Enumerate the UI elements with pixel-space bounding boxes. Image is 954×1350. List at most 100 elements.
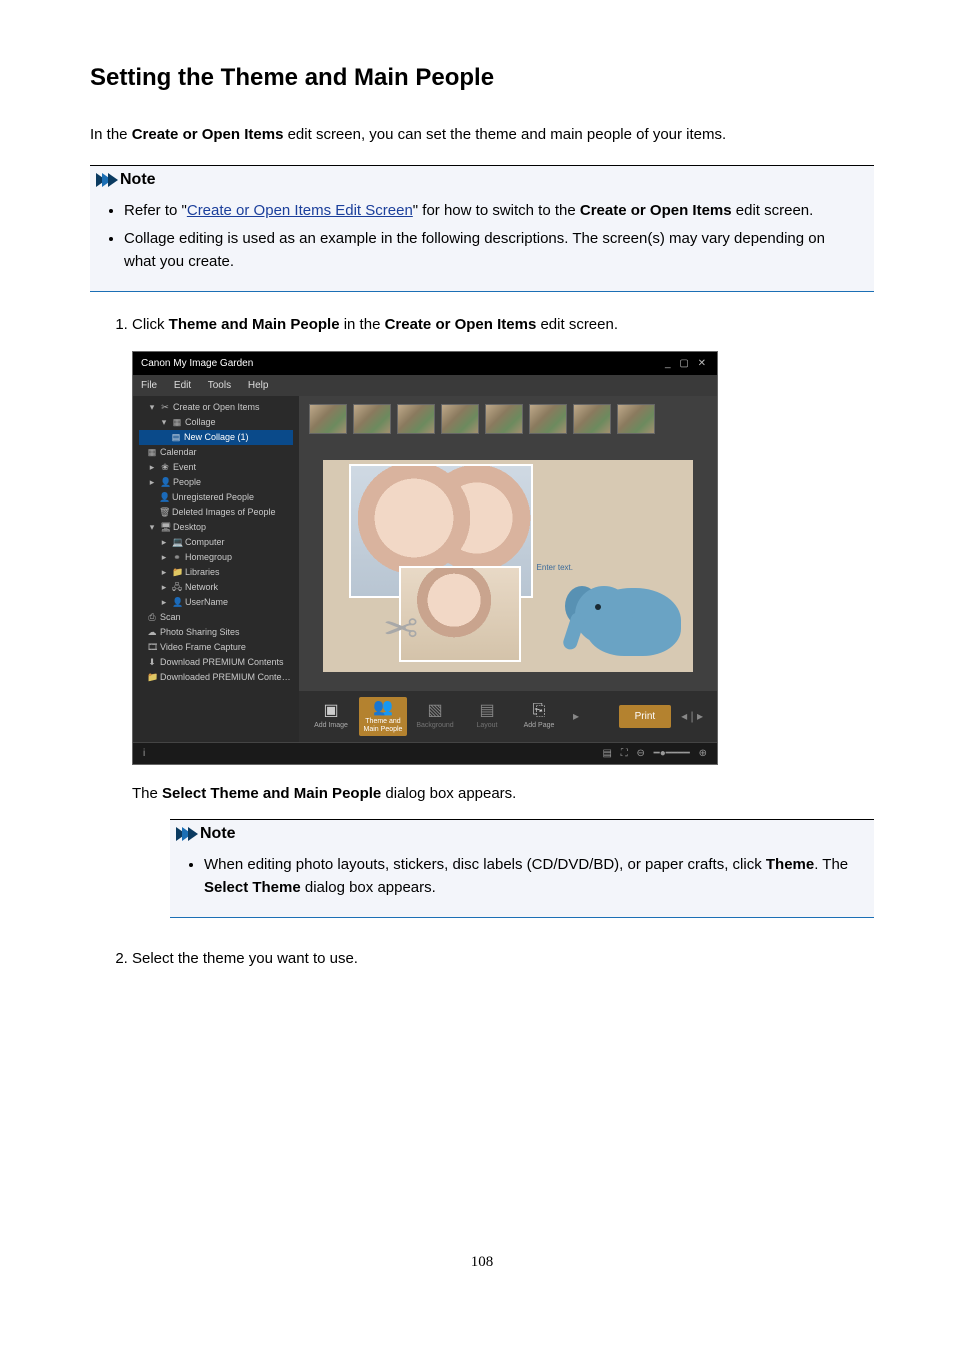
step-1-text: Click Theme and Main People in the Creat… (132, 314, 874, 337)
download-icon: ⬇ (147, 656, 157, 669)
note-label: Note (120, 168, 156, 192)
app-title: Canon My Image Garden (141, 356, 253, 371)
tree-dledprem[interactable]: 📁Downloaded PREMIUM Contents (139, 670, 293, 685)
add-image-button[interactable]: ▣Add Image (307, 700, 355, 731)
view-icon[interactable]: ▤ (602, 748, 611, 759)
tree-libraries[interactable]: ▸📁Libraries (139, 565, 293, 580)
background-button[interactable]: ▧Background (411, 700, 459, 731)
n2-pre: When editing photo layouts, stickers, di… (204, 856, 766, 873)
tree-calendar[interactable]: ▦Calendar (139, 445, 293, 460)
menu-edit[interactable]: Edit (174, 380, 191, 391)
tree-create[interactable]: ▾✂Create or Open Items (139, 400, 293, 415)
share-icon: ☁ (147, 626, 157, 639)
thumbnail[interactable] (485, 404, 523, 434)
calendar-icon: ▦ (147, 446, 157, 459)
thumbnail[interactable] (573, 404, 611, 434)
thumbnail[interactable] (441, 404, 479, 434)
caret-right-icon: ▸ (159, 551, 169, 564)
intro-bold: Create or Open Items (132, 126, 284, 143)
menu-help[interactable]: Help (248, 380, 269, 391)
tree-homegroup[interactable]: ▸⚭Homegroup (139, 550, 293, 565)
scissors-icon: ✂ (160, 401, 170, 414)
tree-deleted-label: Deleted Images of People (172, 507, 276, 517)
tree-dlprem-label: Download PREMIUM Contents (160, 657, 284, 667)
tree-libraries-label: Libraries (185, 567, 220, 577)
tree-desktop[interactable]: ▾🖥Desktop (139, 520, 293, 535)
video-icon: 🎞 (147, 641, 157, 654)
thumbnail-strip (299, 396, 717, 442)
note1-mid: " for how to switch to the (413, 202, 580, 219)
tree-people[interactable]: ▸👤People (139, 475, 293, 490)
tree-dlprem[interactable]: ⬇Download PREMIUM Contents (139, 655, 293, 670)
s1-post: edit screen. (536, 316, 618, 333)
tree-photoshare[interactable]: ☁Photo Sharing Sites (139, 625, 293, 640)
tree-collage[interactable]: ▾▦Collage (139, 415, 293, 430)
thumbnail[interactable] (353, 404, 391, 434)
caret-right-icon: ▸ (147, 476, 157, 489)
elephant-graphic (561, 572, 681, 662)
tree-newcollage-label: New Collage (1) (184, 432, 249, 442)
caret-down-icon: ▾ (147, 521, 157, 534)
add-page-button[interactable]: ⎘Add Page (515, 700, 563, 731)
caret-right-icon: ▸ (159, 536, 169, 549)
user-icon: 👤 (172, 596, 182, 609)
scissors-graphic: ✂ (383, 597, 418, 660)
zoom-in-icon[interactable]: ⊕ (699, 748, 707, 759)
note2-item: When editing photo layouts, stickers, di… (204, 854, 856, 899)
tree-unreg[interactable]: 👤Unregistered People (139, 490, 293, 505)
page-title: Setting the Theme and Main People (90, 60, 874, 96)
tree-username-label: UserName (185, 597, 228, 607)
tree-event[interactable]: ▸❀Event (139, 460, 293, 475)
n2-post: dialog box appears. (301, 879, 436, 896)
tree-photoshare-label: Photo Sharing Sites (160, 627, 240, 637)
print-button[interactable]: Print (619, 705, 672, 728)
caret-right-icon: ▸ (147, 461, 157, 474)
status-info: i (143, 746, 145, 761)
note-list: Refer to "Create or Open Items Edit Scre… (90, 196, 874, 292)
theme-main-people-button[interactable]: 👥Theme and Main People (359, 697, 407, 736)
add-page-icon: ⎘ (515, 702, 563, 720)
menubar: File Edit Tools Help (133, 375, 717, 396)
link-edit-screen[interactable]: Create or Open Items Edit Screen (187, 202, 413, 219)
tree-scan[interactable]: ⎙Scan (139, 610, 293, 625)
tree-deleted[interactable]: 🗑Deleted Images of People (139, 505, 293, 520)
note-item-2: Collage editing is used as an example in… (124, 228, 856, 273)
tree-new-collage[interactable]: ▤New Collage (1) (139, 430, 293, 445)
n2-b2: Select Theme (204, 879, 301, 896)
collage-canvas[interactable]: ✂ Enter text. (323, 460, 693, 672)
thumbnail[interactable] (617, 404, 655, 434)
note-label-2: Note (200, 822, 236, 846)
fullscreen-icon[interactable]: ⛶ (621, 748, 628, 759)
prev-next-icon[interactable]: ◂ | ▸ (675, 707, 709, 725)
person-icon: 👤 (160, 476, 170, 489)
zoom-slider[interactable]: ━●━━━━ (654, 748, 690, 759)
tree-unreg-label: Unregistered People (172, 492, 254, 502)
tree-videoframe[interactable]: 🎞Video Frame Capture (139, 640, 293, 655)
tree-username[interactable]: ▸👤UserName (139, 595, 293, 610)
s1-mid: in the (340, 316, 385, 333)
menu-file[interactable]: File (141, 380, 157, 391)
balloon-icon: ❀ (160, 461, 170, 474)
tree-people-label: People (173, 477, 201, 487)
thumbnail[interactable] (309, 404, 347, 434)
menu-tools[interactable]: Tools (208, 380, 231, 391)
step-2: Select the theme you want to use. (132, 948, 874, 971)
s1-b1: Theme and Main People (169, 316, 340, 333)
tree-computer-label: Computer (185, 537, 225, 547)
thumbnail[interactable] (529, 404, 567, 434)
collage-photo-sub[interactable] (401, 568, 519, 660)
tree-network[interactable]: ▸🖧Network (139, 580, 293, 595)
page-number: 108 (90, 1251, 874, 1274)
person-icon: 👤 (159, 491, 169, 504)
window-buttons[interactable]: _ ▢ ✕ (665, 356, 709, 371)
app-screenshot: Canon My Image Garden _ ▢ ✕ File Edit To… (132, 351, 718, 765)
intro-paragraph: In the Create or Open Items edit screen,… (90, 124, 874, 147)
tree-computer[interactable]: ▸💻Computer (139, 535, 293, 550)
caret-right-icon[interactable]: ▸ (567, 707, 585, 725)
zoom-out-icon[interactable]: ⊖ (637, 748, 645, 759)
tree-network-label: Network (185, 582, 218, 592)
enter-text-placeholder[interactable]: Enter text. (537, 562, 573, 574)
thumbnail[interactable] (397, 404, 435, 434)
caret-right-icon: ▸ (159, 581, 169, 594)
layout-button[interactable]: ▤Layout (463, 700, 511, 731)
